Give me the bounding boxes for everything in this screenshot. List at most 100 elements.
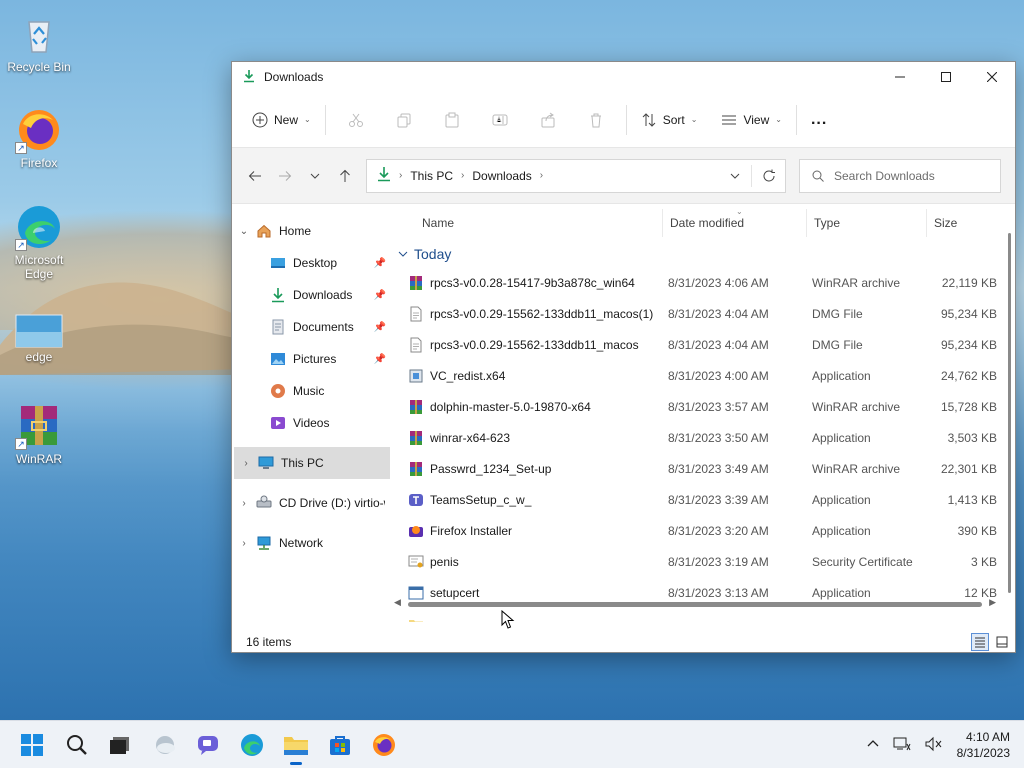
nav-item-videos[interactable]: Videos [232,407,390,439]
firefox-taskbar-button[interactable] [368,729,400,761]
address-history-button[interactable] [719,170,751,182]
new-button[interactable]: New ⌄ [244,104,319,136]
table-row[interactable]: rpcs3-v0.0.29-15562-133ddb11_macos(1) 8/3… [390,298,1015,329]
nav-item-music[interactable]: Music [232,375,390,407]
file-explorer-window[interactable]: Downloads New ⌄ Sort ⌄ View ⌄ ... › This… [231,61,1016,653]
network-status-icon[interactable] [893,736,911,755]
address-bar[interactable]: › This PC › Downloads › [366,158,786,193]
horizontal-scrollbar[interactable]: ◀ ▶ [394,597,996,611]
minimize-button[interactable] [877,62,923,92]
nav-item-network[interactable]: › Network [232,527,390,559]
file-name-label: Passwrd_1234_Set-up [430,461,552,476]
column-header-type[interactable]: Type [814,205,840,241]
scroll-left-icon[interactable]: ◀ [394,597,401,608]
table-row[interactable]: TeamsSetup_c_w_ 8/31/2023 3:39 AM Applicat… [390,484,1015,515]
clipboard-icon [445,112,459,127]
desktop-icon-microsoft-edge[interactable]: ↗ Microsoft Edge [3,203,75,281]
volume-muted-icon[interactable] [925,736,943,755]
table-row[interactable]: Firefox Installer 8/31/2023 3:20 AM Applic… [390,515,1015,546]
file-size: 3 KB [970,554,997,569]
edge-taskbar-button[interactable] [236,729,268,761]
search-input[interactable] [834,168,994,183]
desktop-icon-edge-image[interactable]: edge [3,314,75,364]
table-row[interactable]: dolphin-master-5.0-19870-x64 8/31/2023 3:… [390,391,1015,422]
table-row[interactable]: penis 8/31/2023 3:19 AM Security Certifica… [390,546,1015,577]
table-row[interactable]: Passwrd_1234_Set-up 8/31/2023 3:49 AM WinR… [390,453,1015,484]
rename-button[interactable] [476,104,524,136]
start-button[interactable] [16,729,48,761]
vertical-scrollbar-thumb[interactable] [1008,233,1011,593]
desktop-icon-winrar[interactable]: ↗ WinRAR [3,402,75,466]
details-view-button[interactable] [971,633,989,651]
chevron-down-icon[interactable]: ⌄ [232,226,256,237]
nav-item-cd-drive[interactable]: › CD Drive (D:) virtio-w [232,487,390,519]
search-taskbar-button[interactable] [61,729,93,761]
show-hidden-icons-button[interactable] [867,738,879,753]
sort-button-label: Sort [662,112,685,127]
column-divider[interactable] [806,209,807,237]
nav-item-pictures[interactable]: Pictures 📌 [232,343,390,375]
chevron-right-icon[interactable]: › [232,538,256,549]
column-header-size[interactable]: Size [934,205,957,241]
widgets-button[interactable] [149,729,181,761]
cut-button[interactable] [332,104,380,136]
close-button[interactable] [969,62,1015,92]
downloads-icon [377,166,391,185]
nav-item-documents[interactable]: Documents 📌 [232,311,390,343]
chevron-right-icon[interactable]: › [234,458,258,469]
teams-chat-button[interactable] [192,729,224,761]
table-row[interactable]: VC_redist.x64 8/31/2023 4:00 AM Applicatio… [390,360,1015,391]
forward-button[interactable] [270,161,300,191]
recent-locations-button[interactable] [300,161,330,191]
file-name: penis [408,546,459,577]
title-bar[interactable]: Downloads [232,62,1015,92]
table-row[interactable]: winrar-x64-623 8/31/2023 3:50 AM Applicati… [390,422,1015,453]
vertical-scrollbar[interactable] [1007,211,1013,611]
taskbar-clock[interactable]: 4:10 AM 8/31/2023 [957,729,1010,761]
store-taskbar-button[interactable] [324,729,356,761]
clock-time: 4:10 AM [965,730,1010,744]
search-icon [67,735,87,755]
downloads-icon [270,287,286,303]
column-header-date-modified[interactable]: Date modified ⌄ [670,205,744,241]
tiles-view-button[interactable] [993,633,1011,651]
table-row[interactable]: rpcs3-v0.0.28-15417-9b3a878c_win64 8/31/2… [390,267,1015,298]
file-explorer-taskbar-button[interactable] [280,729,312,765]
nav-item-desktop[interactable]: Desktop 📌 [232,247,390,279]
nav-item-downloads[interactable]: Downloads 📌 [232,279,390,311]
pin-icon: 📌 [373,289,386,301]
delete-button[interactable] [572,104,620,136]
file-date-modified: 8/31/2023 4:04 AM [668,337,769,352]
breadcrumb-this-pc[interactable]: This PC [410,169,453,183]
chevron-right-icon[interactable]: › [232,498,256,509]
nav-item-home[interactable]: ⌄ Home [232,215,390,247]
paste-button[interactable] [428,104,476,136]
search-box[interactable] [799,158,1001,193]
breadcrumb-downloads[interactable]: Downloads [472,169,531,183]
group-header-label: Today [414,246,452,262]
nav-item-this-pc[interactable]: › This PC [234,447,390,479]
desktop-icon-firefox[interactable]: ↗ Firefox [3,106,75,170]
column-divider[interactable] [926,209,927,237]
table-row[interactable]: rpcs3-v0.0.29-15562-133ddb11_macos 8/31/2… [390,329,1015,360]
maximize-button[interactable] [923,62,969,92]
copy-button[interactable] [380,104,428,136]
up-button[interactable] [330,161,360,191]
task-view-button[interactable] [104,729,136,761]
sort-button[interactable]: Sort ⌄ [633,104,706,136]
view-button[interactable]: View ⌄ [713,104,790,136]
group-header-today[interactable]: Today [390,241,1015,267]
file-type: WinRAR archive [812,461,901,476]
more-options-button[interactable]: ... [803,104,835,136]
back-button[interactable] [240,161,270,191]
share-button[interactable] [524,104,572,136]
nav-item-label: Videos [293,416,330,430]
column-header-name[interactable]: Name [422,205,454,241]
scroll-right-icon[interactable]: ▶ [989,597,996,608]
refresh-button[interactable] [751,164,785,187]
column-divider[interactable] [662,209,663,237]
horizontal-scrollbar-thumb[interactable] [408,602,982,607]
view-button-label: View [743,112,770,127]
file-list-pane[interactable]: Name Date modified ⌄ Type Size Today rpc… [390,205,1015,635]
desktop-icon-recycle-bin[interactable]: Recycle Bin [3,10,75,74]
